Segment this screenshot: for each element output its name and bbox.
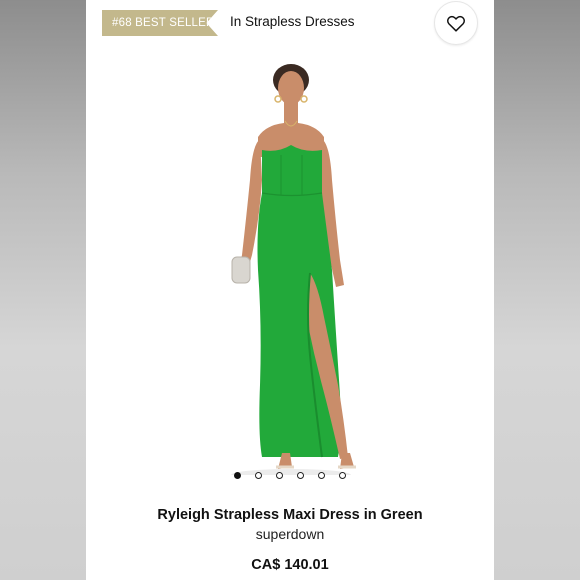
product-brand[interactable]: superdown xyxy=(86,526,494,542)
best-seller-label: #68 BEST SELLER xyxy=(112,17,215,29)
gallery-dot-1[interactable] xyxy=(234,471,241,479)
heart-outline-icon xyxy=(447,15,465,32)
background-left xyxy=(0,0,86,580)
product-image[interactable] xyxy=(86,55,494,481)
gallery-dot-6[interactable] xyxy=(339,471,346,479)
gallery-dot-3[interactable] xyxy=(276,471,283,479)
gallery-dot-2[interactable] xyxy=(255,471,262,479)
product-price: CA$ 140.01 xyxy=(251,557,329,573)
best-seller-badge: #68 BEST SELLER xyxy=(102,10,218,36)
background-right xyxy=(494,0,580,580)
product-page: #68 BEST SELLER In Strapless Dresses Ryl… xyxy=(86,0,494,580)
dress-model-photo xyxy=(86,55,494,481)
gallery-dot-4[interactable] xyxy=(297,471,304,479)
favorite-button[interactable] xyxy=(434,1,478,45)
gallery-pagination xyxy=(86,469,494,481)
category-link[interactable]: In Strapless Dresses xyxy=(230,14,355,29)
product-title: Ryleigh Strapless Maxi Dress in Green xyxy=(157,507,423,523)
gallery-dot-5[interactable] xyxy=(318,471,325,479)
